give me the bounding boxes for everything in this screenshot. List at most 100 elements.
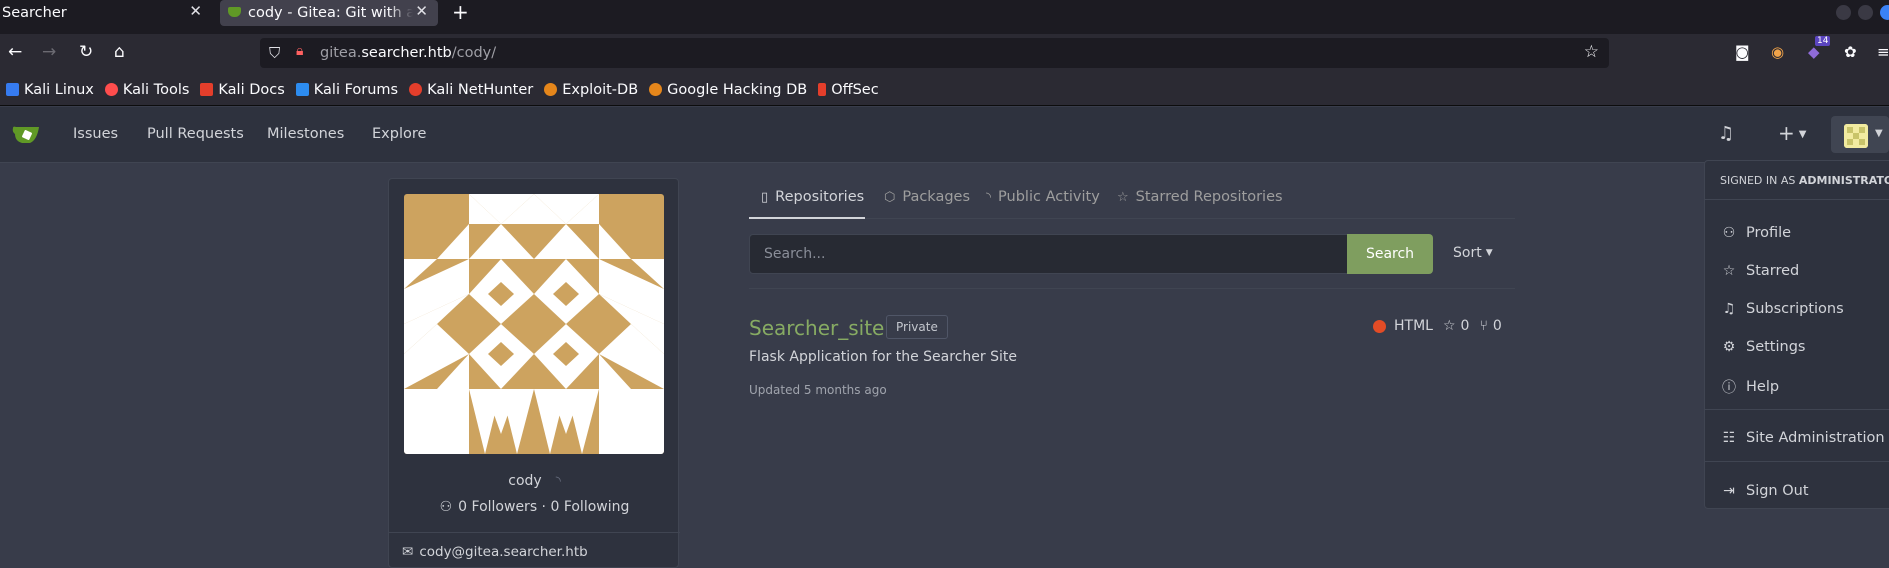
browser-tab-gitea[interactable]: cody - Gitea: Git with a cup of tea ✕ <box>220 0 438 26</box>
profile-email: cody@gitea.searcher.htb <box>419 544 588 560</box>
rss-icon: ◝ <box>986 189 992 205</box>
tracking-shield-icon[interactable]: ⛉ <box>269 44 280 62</box>
menu-icon[interactable]: ≡ <box>1877 43 1889 61</box>
bookmark-kali-tools[interactable]: Kali Tools <box>104 82 189 98</box>
nav-pull-requests[interactable]: Pull Requests <box>147 126 244 142</box>
menu-item-sign-out[interactable]: ⇥ Sign Out <box>1720 483 1808 499</box>
reload-icon[interactable]: ↻ <box>79 42 93 62</box>
maximize-window-icon[interactable] <box>1858 5 1873 20</box>
profile-username: cody <box>508 473 542 489</box>
private-badge: Private <box>886 315 948 339</box>
repo-book-icon: ▯ <box>761 189 769 205</box>
bookmark-star-icon[interactable]: ☆ <box>1584 42 1599 62</box>
gitea-logo-icon[interactable] <box>12 124 42 146</box>
insecure-lock-icon[interactable]: 🔒︎ <box>296 43 303 59</box>
user-dropdown-menu: SIGNED IN AS ADMINISTRATOR ⚇Profile ☆Sta… <box>1704 160 1889 509</box>
avatar <box>1844 124 1868 148</box>
offsec-icon <box>818 83 827 96</box>
close-icon[interactable]: ✕ <box>415 2 428 20</box>
fork-icon[interactable]: ⑂ <box>1479 318 1487 334</box>
forward-arrow-icon[interactable]: → <box>42 42 56 62</box>
user-identicon-avatar <box>404 194 664 454</box>
pocket-icon[interactable]: ◙ <box>1735 43 1750 61</box>
extension-badge: 14 <box>1815 36 1831 46</box>
active-tab-underline <box>749 217 865 219</box>
google-hacking-db-icon <box>649 83 663 96</box>
chevron-down-icon: ▼ <box>1875 128 1883 139</box>
person-icon: ⚇ <box>439 499 453 515</box>
bookmark-kali-forums[interactable]: Kali Forums <box>295 82 398 98</box>
new-tab-plus-icon[interactable]: + <box>452 0 469 24</box>
cookie-icon[interactable]: ✿ <box>1844 43 1857 61</box>
bookmark-exploit-db[interactable]: Exploit-DB <box>544 82 638 98</box>
tab-repositories[interactable]: ▯ Repositories <box>761 189 864 205</box>
create-new-plus-icon[interactable]: + ▼ <box>1778 121 1806 145</box>
person-icon: ⚇ <box>1722 225 1736 241</box>
bookmark-offsec[interactable]: OffSec <box>818 82 879 98</box>
chevron-down-icon: ▼ <box>1485 248 1493 258</box>
rss-feed-icon[interactable]: ◝ <box>556 474 561 489</box>
package-box-icon: ⬡ <box>884 189 896 205</box>
repo-name-link[interactable]: Searcher_site <box>749 316 884 340</box>
star-count[interactable]: 0 <box>1461 318 1470 334</box>
browser-tab-bar: Searcher ✕ cody - Gitea: Git with a cup … <box>0 0 1889 34</box>
menu-item-profile[interactable]: ⚇ Profile <box>1720 225 1791 241</box>
profile-email-row[interactable]: ✉ cody@gitea.searcher.htb <box>402 544 588 560</box>
bookmark-kali-nethunter[interactable]: Kali NetHunter <box>409 82 533 98</box>
bookmark-google-hacking-db[interactable]: Google Hacking DB <box>649 82 807 98</box>
fork-count[interactable]: 0 <box>1493 318 1502 334</box>
star-icon: ☆ <box>1117 189 1129 205</box>
gitea-header-nav: Issues Pull Requests Milestones Explore … <box>0 107 1889 163</box>
burp-extension-icon[interactable]: ◉ <box>1771 43 1784 61</box>
kali-nethunter-icon <box>409 83 423 96</box>
menu-item-site-administration[interactable]: ☷ Site Administration <box>1720 430 1885 446</box>
nav-milestones[interactable]: Milestones <box>267 126 344 142</box>
profile-username-row: cody ◝ <box>389 473 680 489</box>
nav-explore[interactable]: Explore <box>372 126 426 142</box>
tab-starred-repositories[interactable]: ☆ Starred Repositories <box>1117 189 1283 205</box>
tab-title: Searcher <box>2 5 67 21</box>
list-divider <box>749 288 1515 289</box>
kali-docs-icon <box>200 83 214 96</box>
close-icon[interactable]: ✕ <box>189 2 202 20</box>
bookmarks-bar: Kali Linux Kali Tools Kali Docs Kali For… <box>0 74 1889 106</box>
language-color-dot <box>1373 319 1386 333</box>
url-bar[interactable]: ⛉ 🔒︎ gitea.searcher.htb/cody/ ☆ <box>260 38 1609 68</box>
repo-stats: HTML ☆ 0 ⑂ 0 <box>1373 318 1502 334</box>
help-circle-icon: ⓘ <box>1722 380 1736 396</box>
menu-item-help[interactable]: ⓘ Help <box>1720 377 1779 397</box>
browser-tab-searcher[interactable]: Searcher ✕ <box>0 0 212 26</box>
menu-divider <box>1705 461 1889 462</box>
menu-item-starred[interactable]: ☆ Starred <box>1720 263 1800 279</box>
nav-issues[interactable]: Issues <box>73 126 118 142</box>
search-button[interactable]: Search <box>1347 234 1433 274</box>
repo-description: Flask Application for the Searcher Site <box>749 349 1017 365</box>
user-avatar-menu-button[interactable]: ▼ <box>1831 116 1889 153</box>
repo-search-row: Search <box>749 234 1435 274</box>
close-window-icon[interactable] <box>1880 5 1889 20</box>
menu-divider <box>1705 409 1889 410</box>
star-icon[interactable]: ☆ <box>1443 318 1456 334</box>
back-arrow-icon[interactable]: ← <box>8 42 22 62</box>
sort-dropdown[interactable]: Sort ▼ <box>1453 245 1493 261</box>
followers-row[interactable]: ⚇ 0 Followers · 0 Following <box>389 499 680 515</box>
repo-updated-time: Updated 5 months ago <box>749 383 887 397</box>
url-text[interactable]: gitea.searcher.htb/cody/ <box>320 45 496 61</box>
notification-bell-icon[interactable]: ♫ <box>1718 123 1734 144</box>
menu-item-subscriptions[interactable]: ♫ Subscriptions <box>1720 301 1844 317</box>
exploit-db-icon <box>544 83 558 96</box>
mail-icon: ✉ <box>402 544 414 560</box>
chevron-down-icon: ▼ <box>1798 129 1807 140</box>
sign-out-icon: ⇥ <box>1723 483 1735 499</box>
menu-item-settings[interactable]: ⚙ Settings <box>1720 339 1806 355</box>
bookmark-kali-docs[interactable]: Kali Docs <box>200 82 285 98</box>
tab-packages[interactable]: ⬡ Packages <box>884 189 970 205</box>
bookmark-kali-linux[interactable]: Kali Linux <box>6 82 94 98</box>
minimize-window-icon[interactable] <box>1836 5 1851 20</box>
tab-public-activity[interactable]: ◝ Public Activity <box>986 189 1100 205</box>
kali-tools-icon <box>104 83 118 96</box>
repo-language: HTML <box>1394 318 1433 334</box>
home-icon[interactable]: ⌂ <box>114 42 125 62</box>
repo-search-input[interactable] <box>749 234 1348 274</box>
gitea-favicon-icon <box>228 7 241 17</box>
